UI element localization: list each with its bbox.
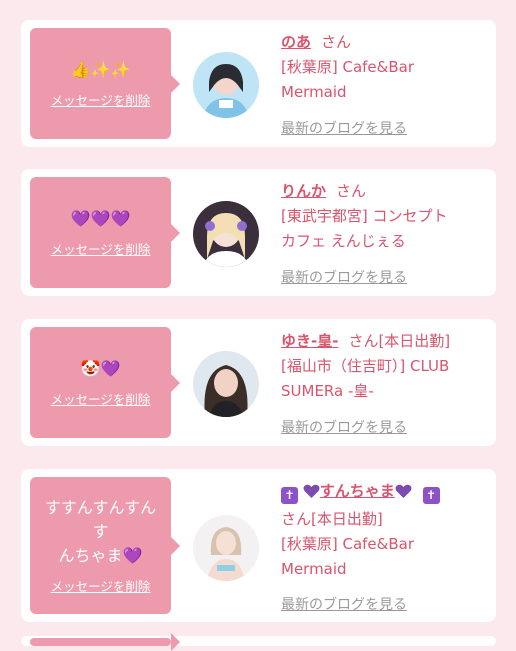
message-bubble: すすんすんすんす んちゃま💜 メッセージを削除	[30, 477, 180, 614]
shop-line: Mermaid	[281, 560, 347, 578]
avatar[interactable]	[193, 52, 259, 118]
shop-line: [秋葉原] Cafe&Bar	[281, 58, 414, 76]
shop-line: [秋葉原] Cafe&Bar	[281, 535, 414, 553]
message-bubble: 🤡💜 メッセージを削除	[30, 327, 180, 438]
delete-message-link[interactable]: メッセージを削除	[51, 576, 151, 595]
avatar-photo	[193, 52, 259, 118]
message-card: 💜💜💜 メッセージを削除 りんか さん [東武宇都宮] コンセプト カフェ えんじ…	[21, 169, 496, 296]
cast-info: ゆき-皇- さん[本日出勤] [福山市（住吉町）] CLUB SUMERa -皇-	[281, 329, 491, 404]
delete-message-link[interactable]: メッセージを削除	[51, 239, 151, 258]
honorific: さん	[321, 33, 352, 51]
purple-heart-icon	[303, 482, 320, 507]
avatar[interactable]	[193, 515, 259, 581]
message-card: 🤡💜 メッセージを削除 ゆき-皇- さん[本日出勤] [福山市（住吉町）] CLU…	[21, 319, 496, 446]
message-card: 👍✨✨ メッセージを削除 のあ さん [秋葉原] Cafe&Bar Mermaid…	[21, 20, 496, 147]
avatar[interactable]	[193, 351, 259, 417]
cross-emoji-icon: ✝	[281, 487, 298, 504]
avatar-photo	[193, 201, 259, 267]
message-card-partial	[21, 633, 496, 651]
cast-info: のあ さん [秋葉原] Cafe&Bar Mermaid	[281, 30, 491, 105]
message-bubble: 💜💜💜 メッセージを削除	[30, 177, 180, 288]
avatar-photo	[193, 515, 259, 581]
latest-blog-link[interactable]: 最新のブログを見る	[281, 267, 407, 287]
latest-blog-link[interactable]: 最新のブログを見る	[281, 118, 407, 138]
shop-line: SUMERa -皇-	[281, 382, 374, 400]
delete-message-link[interactable]: メッセージを削除	[51, 389, 151, 408]
message-text-line: んちゃま💜	[58, 546, 143, 565]
honorific: さん	[336, 182, 367, 200]
cast-name-link[interactable]: すんちゃま	[320, 482, 395, 500]
cast-info: ✝ すんちゃま ✝ さん[本日出勤] [秋葉原] Cafe&Bar Mermai…	[281, 479, 491, 582]
shop-line: [福山市（住吉町）] CLUB	[281, 357, 450, 375]
delete-message-link[interactable]: メッセージを削除	[51, 90, 151, 109]
shop-line: [東武宇都宮] コンセプト	[281, 207, 448, 225]
message-text: 💜💜💜	[70, 209, 131, 228]
cross-emoji-icon: ✝	[422, 487, 440, 504]
cast-name-link[interactable]: のあ	[281, 33, 311, 51]
latest-blog-link[interactable]: 最新のブログを見る	[281, 594, 407, 614]
honorific: さん[本日出勤]	[348, 332, 451, 350]
cast-name-link[interactable]: ゆき-皇-	[281, 332, 338, 350]
message-card: すすんすんすんす んちゃま💜 メッセージを削除 ✝ すんちゃま ✝ さん[本日出…	[21, 469, 496, 622]
shop-line: カフェ えんじぇる	[281, 232, 406, 250]
avatar[interactable]	[193, 201, 259, 267]
message-text: 👍✨✨	[70, 60, 131, 79]
message-text: 🤡💜	[80, 359, 121, 378]
cast-name-link[interactable]: りんか	[281, 182, 326, 200]
purple-heart-icon	[395, 482, 412, 507]
avatar-photo	[193, 351, 259, 417]
latest-blog-link[interactable]: 最新のブログを見る	[281, 417, 407, 437]
cast-info: りんか さん [東武宇都宮] コンセプト カフェ えんじぇる	[281, 179, 491, 254]
message-text-line: すすんすんすんす	[44, 498, 157, 541]
shop-line: Mermaid	[281, 83, 347, 101]
message-bubble: 👍✨✨ メッセージを削除	[30, 28, 180, 139]
honorific: さん[本日出勤]	[281, 510, 383, 528]
message-bubble	[30, 633, 180, 651]
